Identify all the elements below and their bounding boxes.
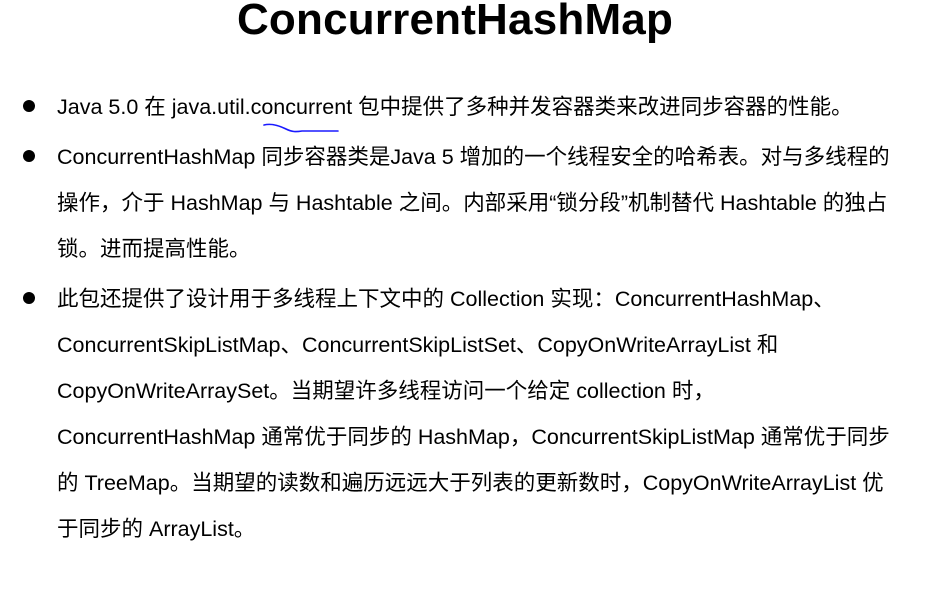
bullet-item: Java 5.0 在 java.util.concurrent 包中提供了多种并… [0,84,925,130]
slide-title: ConcurrentHashMap [236,0,674,44]
bullet-item: 此包还提供了设计用于多线程上下文中的 Collection 实现：Concurr… [0,276,925,552]
bullet-dot-icon [23,292,35,304]
bullet-dot-icon [23,100,35,112]
bullet-text: 此包还提供了设计用于多线程上下文中的 Collection 实现：Concurr… [57,287,890,541]
slide: ConcurrentHashMap Java 5.0 在 java.util.c… [0,0,925,608]
bullet-list: Java 5.0 在 java.util.concurrent 包中提供了多种并… [0,84,925,556]
bullet-item: ConcurrentHashMap 同步容器类是Java 5 增加的一个线程安全… [0,134,925,272]
bullet-dot-icon [23,150,35,162]
bullet-text: ConcurrentHashMap 同步容器类是Java 5 增加的一个线程安全… [57,145,890,261]
handwritten-underline-mark [263,123,339,133]
bullet-text: Java 5.0 在 java.util.concurrent 包中提供了多种并… [57,95,853,119]
